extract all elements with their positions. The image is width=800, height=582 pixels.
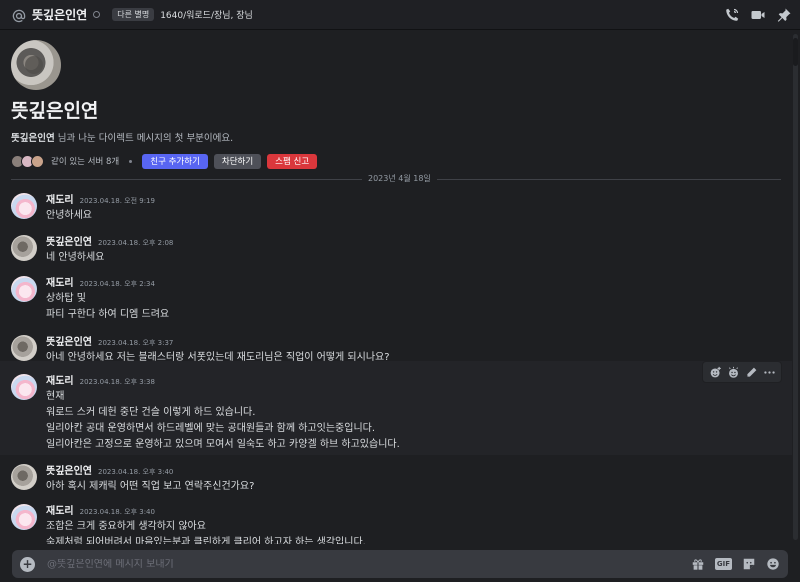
message-line: 조합은 크게 중요하게 생각하지 않아요 xyxy=(46,521,206,532)
message-line: 숙제처럼 되어버려서 마음있는분과 클린하게 클리어 하고자 하는 생각입니다. xyxy=(46,537,366,544)
dm-intro: 뜻깊은인연 뜻깊은인연 님과 나눈 다이렉트 메시지의 첫 부분이에요. 같이 … xyxy=(11,40,771,169)
at-icon xyxy=(12,8,26,22)
author-name[interactable]: 뜻깊은인연 xyxy=(46,233,92,248)
message-line: 일리아칸은 고정으로 운영하고 있으며 모여서 일숙도 하고 카양겔 하브 하고… xyxy=(46,439,400,450)
message-line: 안녕하세요 xyxy=(46,210,92,221)
message-line: 현재 xyxy=(46,391,65,402)
message-line: 아네 안녕하세요 저는 블래스터랑 서폿있는데 재도리님은 직업이 어떻게 되시… xyxy=(46,352,390,363)
message-timestamp: 2023.04.18. 오후 3:37 xyxy=(98,339,174,347)
intro-actions: 같이 있는 서버 8개 친구 추가하기 차단하기 스팸 신고 xyxy=(11,153,771,169)
author-avatar[interactable] xyxy=(11,464,37,490)
scrollbar-thumb[interactable] xyxy=(793,38,798,66)
author-avatar[interactable] xyxy=(11,374,37,400)
more-icon[interactable] xyxy=(763,366,776,379)
message-line: 워로드 스커 데헌 중단 건슬 이렇게 하드 있습니다. xyxy=(46,407,256,418)
author-avatar[interactable] xyxy=(11,193,37,219)
author-avatar[interactable] xyxy=(11,235,37,261)
author-name[interactable]: 뜻깊은인연 xyxy=(46,333,92,348)
message-timestamp: 2023.04.18. 오후 2:08 xyxy=(98,239,174,247)
add-reaction-icon[interactable] xyxy=(709,366,722,379)
channel-header: 뜻깊은인연 다른 별명 1640/워로드/장님, 장님 xyxy=(0,0,800,30)
message-header: 재도리 2023.04.18. 오후 3:38 xyxy=(46,372,766,387)
message-composer: + GIF xyxy=(12,550,788,578)
mutual-servers-link[interactable]: 같이 있는 서버 8개 xyxy=(51,155,119,167)
message-header: 뜻깊은인연 2023.04.18. 오후 3:37 xyxy=(46,333,766,348)
separator-dot xyxy=(129,159,133,163)
message-scroller[interactable]: 뜻깊은인연 뜻깊은인연 님과 나눈 다이렉트 메시지의 첫 부분이에요. 같이 … xyxy=(0,30,800,544)
message-timestamp: 2023.04.18. 오후 3:40 xyxy=(79,508,155,516)
server-icon xyxy=(31,154,44,168)
message-content: 재도리 2023.04.18. 오후 3:40 조합은 크게 중요하게 생각하지… xyxy=(46,502,766,544)
message-line: 상하탑 및 xyxy=(46,293,86,304)
message-input[interactable] xyxy=(47,558,691,570)
message-timestamp: 2023.04.18. 오후 3:38 xyxy=(79,378,155,386)
message-hover-toolbar xyxy=(702,361,782,383)
phone-icon[interactable] xyxy=(724,7,740,23)
header-username[interactable]: 뜻깊은인연 xyxy=(32,6,87,23)
video-icon[interactable] xyxy=(750,7,766,23)
gif-icon[interactable]: GIF xyxy=(714,558,732,570)
super-reaction-icon[interactable] xyxy=(727,366,740,379)
pin-icon[interactable] xyxy=(776,7,792,23)
nickname-tag: 다른 별명 xyxy=(112,8,155,21)
author-name[interactable]: 재도리 xyxy=(46,502,74,517)
message-line: 일리아칸 공대 운영하면서 하드레벨에 맞는 공대원들과 함께 하고잇는중입니다… xyxy=(46,423,376,434)
edit-icon[interactable] xyxy=(745,366,758,379)
plus-icon[interactable]: + xyxy=(20,556,35,572)
offline-status-icon xyxy=(93,11,101,18)
message-timestamp: 2023.04.18. 오후 2:34 xyxy=(79,280,155,288)
message-header: 뜻깊은인연 2023.04.18. 오후 3:40 xyxy=(46,462,766,477)
message-content: 재도리 2023.04.18. 오후 3:38 현재 워로드 스커 데헌 중단 … xyxy=(46,372,766,452)
intro-title: 뜻깊은인연 xyxy=(11,100,99,122)
author-avatar[interactable] xyxy=(11,335,37,361)
scrollbar-track[interactable] xyxy=(793,34,798,540)
gift-icon[interactable] xyxy=(691,557,705,571)
dm-window: 뜻깊은인연 다른 별명 1640/워로드/장님, 장님 뜻깊은인연 뜻깊은인연 … xyxy=(0,0,800,582)
message-content: 뜻깊은인연 2023.04.18. 오후 2:08 네 안녕하세요 xyxy=(46,233,766,265)
add-friend-button[interactable]: 친구 추가하기 xyxy=(142,153,208,169)
message-line: 아하 혹시 제캐릭 어떤 직업 보고 연락주신건가요? xyxy=(46,481,255,492)
sticker-icon[interactable] xyxy=(742,557,756,571)
block-button[interactable]: 차단하기 xyxy=(213,153,262,169)
intro-description: 뜻깊은인연 님과 나눈 다이렉트 메시지의 첫 부분이에요. xyxy=(11,130,771,144)
profile-avatar[interactable] xyxy=(11,40,61,90)
intro-description-text: 님과 나눈 다이렉트 메시지의 첫 부분이에요. xyxy=(54,133,234,144)
header-subtitle: 1640/워로드/장님, 장님 xyxy=(160,11,253,21)
author-name[interactable]: 재도리 xyxy=(46,191,74,206)
message-content: 뜻깊은인연 2023.04.18. 오후 3:37 아네 안녕하세요 저는 블래… xyxy=(46,333,766,365)
emoji-icon[interactable] xyxy=(766,557,780,571)
message-line: 파티 구한다 하여 디엠 드려요 xyxy=(46,309,170,320)
message-header: 재도리 2023.04.18. 오전 9:19 xyxy=(46,191,766,206)
message-content: 재도리 2023.04.18. 오후 2:34 상하탑 및 파티 구한다 하여 … xyxy=(46,274,766,322)
composer-buttons: GIF xyxy=(691,557,780,571)
message-timestamp: 2023.04.18. 오전 9:19 xyxy=(79,197,155,205)
author-avatar[interactable] xyxy=(11,276,37,302)
mutual-server-icons[interactable] xyxy=(11,154,44,168)
message-header: 재도리 2023.04.18. 오후 2:34 xyxy=(46,274,766,289)
author-avatar[interactable] xyxy=(11,504,37,530)
message-header: 뜻깊은인연 2023.04.18. 오후 2:08 xyxy=(46,233,766,248)
message-timestamp: 2023.04.18. 오후 3:40 xyxy=(98,468,174,476)
message-header: 재도리 2023.04.18. 오후 3:40 xyxy=(46,502,766,517)
author-name[interactable]: 재도리 xyxy=(46,274,74,289)
report-spam-button[interactable]: 스팸 신고 xyxy=(267,153,318,169)
author-name[interactable]: 뜻깊은인연 xyxy=(46,462,92,477)
message-line: 네 안녕하세요 xyxy=(46,252,105,263)
message-content: 뜻깊은인연 2023.04.18. 오후 3:40 아하 혹시 제캐릭 어떤 직… xyxy=(46,462,766,494)
author-name[interactable]: 재도리 xyxy=(46,372,74,387)
date-divider-label: 2023년 4월 18일 xyxy=(362,173,437,184)
intro-username: 뜻깊은인연 xyxy=(11,133,55,144)
message-content: 재도리 2023.04.18. 오전 9:19 안녕하세요 xyxy=(46,191,766,223)
header-actions xyxy=(724,7,792,23)
